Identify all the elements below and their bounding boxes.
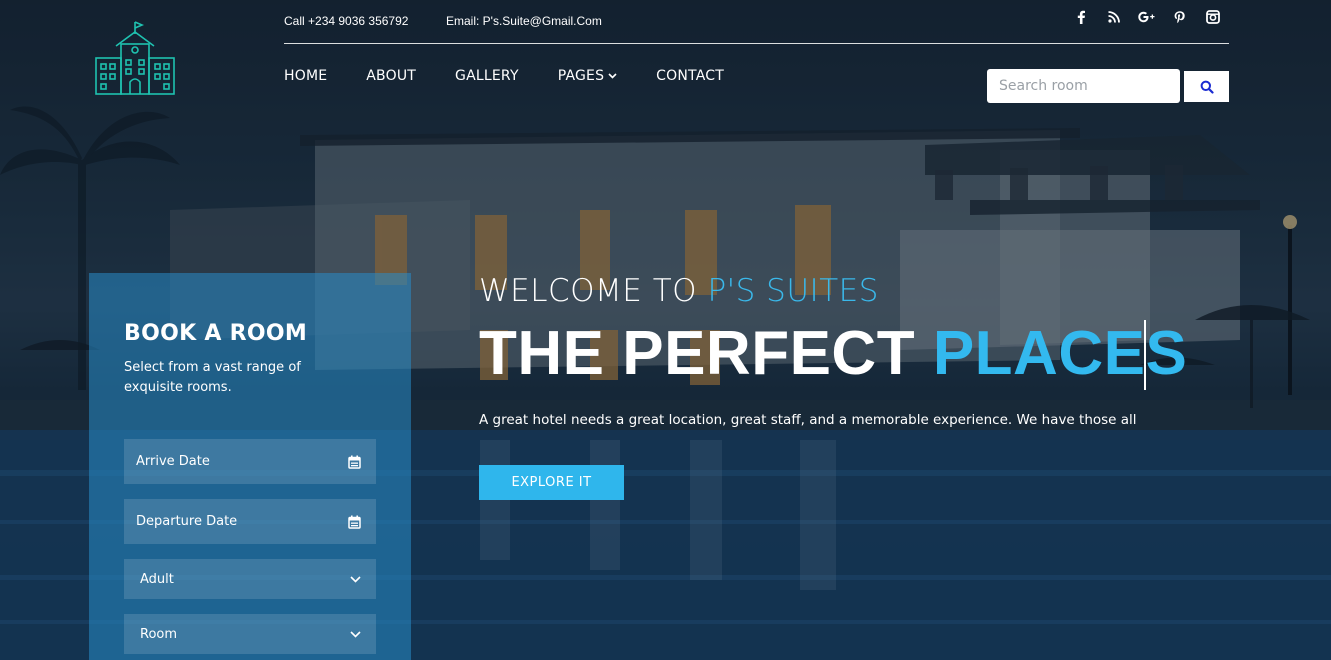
arrive-date-placeholder: Arrive Date [136, 454, 210, 469]
chevron-down-icon [350, 630, 361, 638]
contact-phone: Call +234 9036 356792 [284, 14, 409, 28]
nav-pages-label: PAGES [557, 68, 605, 84]
hero-tagline: A great hotel needs a great location, gr… [479, 412, 1137, 428]
departure-date-field[interactable]: Departure Date [124, 499, 376, 544]
search-form [987, 69, 1229, 103]
search-button[interactable] [1184, 71, 1229, 102]
instagram-icon[interactable] [1196, 8, 1229, 26]
school-building-icon [95, 21, 175, 95]
typing-cursor [1144, 320, 1146, 390]
headline-accent: PLACES [932, 319, 1188, 388]
main-nav: HOME ABOUT GALLERY PAGES CONTACT [284, 68, 763, 84]
arrive-date-field[interactable]: Arrive Date [124, 439, 376, 484]
search-icon [1200, 80, 1214, 94]
welcome-prefix: WELCOME TO [479, 273, 708, 309]
headline-main: THE PERFECT [479, 319, 933, 388]
adult-select[interactable]: Adult [124, 559, 376, 599]
google-plus-icon[interactable] [1130, 8, 1163, 26]
nav-pages[interactable]: PAGES [558, 68, 617, 84]
adult-select-value: Adult [140, 571, 174, 587]
booking-title: BOOK A ROOM [124, 321, 308, 346]
contact-email: Email: P's.Suite@Gmail.Com [446, 14, 602, 28]
booking-subtitle: Select from a vast range of exquisite ro… [124, 360, 301, 395]
rss-icon[interactable] [1097, 8, 1130, 26]
calendar-icon [348, 455, 361, 469]
nav-home[interactable]: HOME [284, 68, 327, 84]
room-select-value: Room [140, 626, 178, 642]
hotel-logo[interactable] [94, 20, 178, 96]
calendar-icon [348, 515, 361, 529]
nav-contact[interactable]: CONTACT [656, 68, 724, 84]
departure-date-placeholder: Departure Date [136, 514, 238, 529]
social-links [1064, 8, 1229, 26]
welcome-heading: WELCOME TO P'S SUITES [479, 273, 879, 309]
booking-panel: BOOK A ROOM Select from a vast range of … [89, 273, 411, 660]
chevron-down-icon [608, 73, 617, 79]
nav-gallery[interactable]: GALLERY [455, 68, 519, 84]
chevron-down-icon [350, 575, 361, 583]
search-input[interactable] [987, 69, 1180, 103]
top-contact-bar: Call +234 9036 356792 Email: P's.Suite@G… [284, 0, 1229, 44]
pinterest-icon[interactable] [1163, 8, 1196, 26]
hero-headline: THE PERFECT PLACES [479, 318, 1187, 389]
explore-button[interactable]: EXPLORE IT [479, 465, 624, 500]
facebook-icon[interactable] [1064, 8, 1097, 26]
welcome-brand: P'S SUITES [707, 273, 879, 309]
room-select[interactable]: Room [124, 614, 376, 654]
nav-about[interactable]: ABOUT [366, 68, 416, 84]
